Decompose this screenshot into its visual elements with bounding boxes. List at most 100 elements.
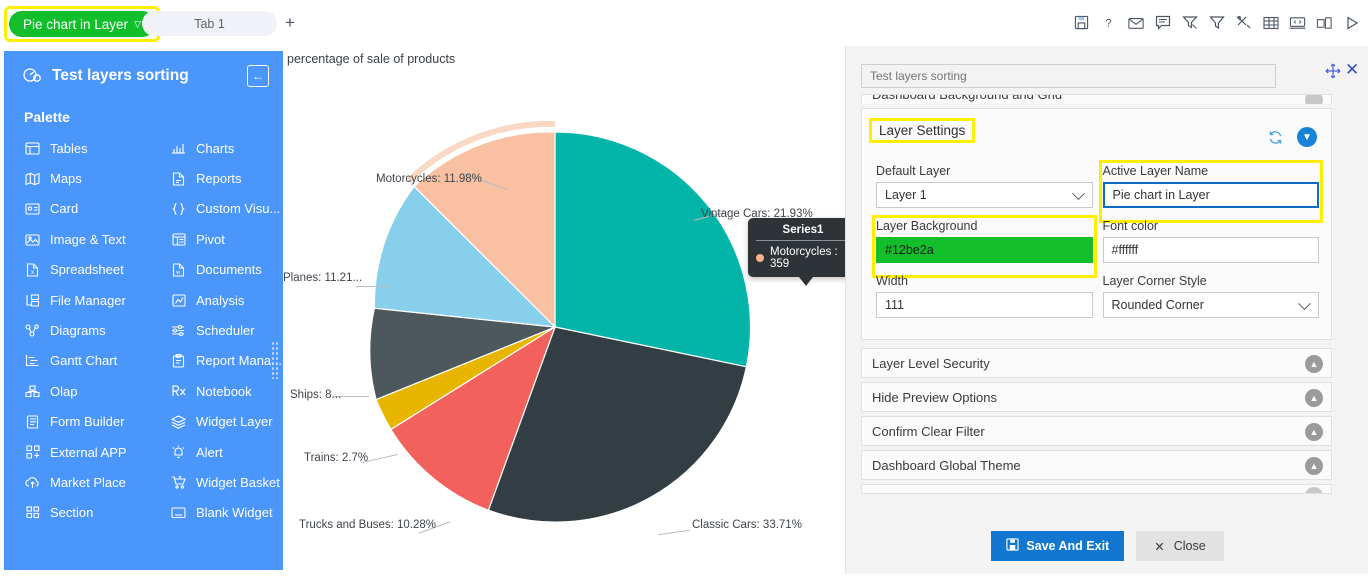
section-hide-preview-options[interactable]: Hide Preview Options ▲ bbox=[861, 382, 1332, 412]
sidebar-item-label: Custom Visu... bbox=[196, 201, 281, 217]
sidebar-item-widget-layer[interactable]: Widget Layer bbox=[170, 407, 283, 437]
sidebar-item-label: Widget Basket bbox=[196, 474, 280, 490]
section-icon bbox=[24, 504, 41, 521]
chevron-up-icon bbox=[1305, 95, 1323, 104]
refresh-icon[interactable] bbox=[1268, 130, 1283, 145]
sidebar-item-diagrams[interactable]: Diagrams bbox=[24, 315, 170, 345]
sidebar-item-external-app[interactable]: External APP bbox=[24, 437, 170, 467]
table-icon[interactable] bbox=[1262, 14, 1279, 31]
arrow-left-icon[interactable]: ← bbox=[247, 65, 269, 87]
file-manager-icon bbox=[24, 292, 41, 309]
sidebar-item-card[interactable]: Card bbox=[24, 194, 170, 224]
sidebar-item-charts[interactable]: Charts bbox=[170, 133, 283, 163]
filter-icon[interactable] bbox=[1208, 14, 1225, 31]
close-label: Close bbox=[1173, 539, 1206, 553]
section-layer-level-security[interactable]: Layer Level Security ▲ bbox=[861, 348, 1332, 378]
slice-label-trucks-and-buses: Trucks and Buses: 10.28% bbox=[299, 519, 437, 531]
layer-corner-style-select[interactable]: Rounded Corner bbox=[1102, 292, 1319, 318]
field-layer-background: Layer Background #12be2a bbox=[872, 215, 1097, 278]
active-layer-name-input[interactable]: Pie chart in Layer bbox=[1102, 182, 1319, 208]
spreadsheet-icon: x bbox=[24, 261, 41, 278]
settings-search-input[interactable] bbox=[861, 64, 1276, 88]
svg-text:w: w bbox=[175, 270, 180, 276]
sidebar-item-alert[interactable]: Alert bbox=[170, 437, 283, 467]
section-dashboard-global-theme[interactable]: Dashboard Global Theme ▲ bbox=[861, 450, 1332, 480]
sidebar-item-analysis[interactable]: Analysis bbox=[170, 285, 283, 315]
sidebar-item-label: Diagrams bbox=[50, 323, 106, 339]
map-icon bbox=[24, 170, 41, 187]
field-label: Default Layer bbox=[876, 164, 951, 178]
analysis-icon bbox=[170, 292, 187, 309]
sidebar-item-olap[interactable]: Olap bbox=[24, 376, 170, 406]
sidebar-item-maps[interactable]: Maps bbox=[24, 163, 170, 193]
sidebar-item-reports[interactable]: Reports bbox=[170, 163, 283, 193]
pie-chart-svg[interactable] bbox=[283, 46, 845, 574]
move-icon[interactable] bbox=[1325, 63, 1341, 79]
sidebar-item-report-manager[interactable]: Report Mana... bbox=[170, 346, 283, 376]
layer-background-color-input[interactable]: #12be2a bbox=[876, 237, 1093, 263]
basket-icon bbox=[170, 474, 187, 491]
sidebar-item-label: Card bbox=[50, 201, 79, 217]
leader-line-planes bbox=[356, 286, 391, 287]
sidebar-item-documents[interactable]: w Documents bbox=[170, 255, 283, 285]
layer-settings-fields: Default Layer Layer 1 Active Layer Name … bbox=[862, 160, 1333, 329]
tab-1[interactable]: Tab 1 bbox=[142, 11, 277, 36]
sidebar-resize-handle[interactable] bbox=[271, 341, 279, 379]
x-icon: ✕ bbox=[1154, 539, 1165, 554]
sidebar-item-blank-widget[interactable]: Blank Widget bbox=[170, 498, 283, 528]
help-icon[interactable]: ? bbox=[1100, 14, 1117, 31]
card-icon bbox=[24, 200, 41, 217]
diagram-icon bbox=[24, 322, 41, 339]
section-confirm-clear-filter[interactable]: Confirm Clear Filter ▲ bbox=[861, 416, 1332, 446]
comment-icon[interactable] bbox=[1154, 14, 1171, 31]
tools-icon[interactable] bbox=[1235, 14, 1252, 31]
chevron-down-icon[interactable]: ▼ bbox=[1297, 127, 1317, 147]
field-value: Layer 1 bbox=[885, 188, 927, 202]
add-tab-button[interactable]: + bbox=[280, 12, 300, 34]
sidebar-item-market-place[interactable]: Market Place bbox=[24, 467, 170, 497]
sidebar-item-label: Maps bbox=[50, 171, 82, 187]
field-active-layer-name: Active Layer Name Pie chart in Layer bbox=[1098, 160, 1323, 223]
sidebar-item-pivot[interactable]: Pivot bbox=[170, 224, 283, 254]
toolbar-icon-group: ? bbox=[1073, 14, 1360, 31]
play-icon[interactable] bbox=[1343, 14, 1360, 31]
sidebar-item-tables[interactable]: Tables bbox=[24, 133, 170, 163]
duplicate-icon[interactable] bbox=[1316, 14, 1333, 31]
mail-icon[interactable] bbox=[1127, 14, 1144, 31]
code-icon[interactable] bbox=[1289, 14, 1306, 31]
table-icon bbox=[24, 140, 41, 157]
sidebar-item-custom-visual[interactable]: Custom Visu... bbox=[170, 194, 283, 224]
dashboard-background-and-grid-section[interactable]: Dashboard Background and Grid bbox=[861, 94, 1332, 104]
sidebar-item-image-text[interactable]: Image & Text bbox=[24, 224, 170, 254]
sidebar-item-widget-basket[interactable]: Widget Basket bbox=[170, 467, 283, 497]
clear-filter-icon[interactable] bbox=[1181, 14, 1198, 31]
section-partial-next[interactable] bbox=[861, 484, 1332, 494]
close-button[interactable]: ✕ Close bbox=[1136, 531, 1224, 561]
save-icon[interactable] bbox=[1073, 14, 1090, 31]
close-icon[interactable]: ✕ bbox=[1345, 61, 1359, 78]
sidebar-item-label: Spreadsheet bbox=[50, 262, 124, 278]
chevron-up-icon: ▲ bbox=[1305, 355, 1323, 373]
sidebar-item-spreadsheet[interactable]: x Spreadsheet bbox=[24, 255, 170, 285]
tooltip-arrow bbox=[799, 277, 813, 286]
document-icon: w bbox=[170, 261, 187, 278]
save-and-exit-button[interactable]: Save And Exit bbox=[991, 531, 1125, 561]
sidebar-item-form-builder[interactable]: Form Builder bbox=[24, 407, 170, 437]
blank-widget-icon bbox=[170, 504, 187, 521]
sidebar-item-scheduler[interactable]: Scheduler bbox=[170, 315, 283, 345]
sidebar-item-section[interactable]: Section bbox=[24, 498, 170, 528]
svg-text:x: x bbox=[31, 270, 34, 276]
sidebar-item-label: Widget Layer bbox=[196, 414, 273, 430]
pie-chart[interactable]: Motorcycles: 11.98% Vintage Cars: 21.93%… bbox=[283, 46, 858, 574]
olap-icon bbox=[24, 383, 41, 400]
default-layer-select[interactable]: Layer 1 bbox=[876, 182, 1093, 208]
sidebar-item-gantt-chart[interactable]: Gantt Chart bbox=[24, 346, 170, 376]
floppy-icon bbox=[1006, 538, 1019, 554]
font-color-input[interactable]: #ffffff bbox=[1102, 237, 1319, 263]
pie-slice-vintage-cars[interactable] bbox=[554, 131, 752, 368]
sidebar-item-notebook[interactable]: Notebook bbox=[170, 376, 283, 406]
palette-grid: Tables Charts Maps Reports Card Custom V… bbox=[4, 133, 283, 528]
sidebar-item-file-manager[interactable]: File Manager bbox=[24, 285, 170, 315]
width-input[interactable]: 111 bbox=[876, 292, 1093, 318]
active-layer-dropdown[interactable]: Pie chart in Layer ▽ bbox=[9, 11, 155, 37]
